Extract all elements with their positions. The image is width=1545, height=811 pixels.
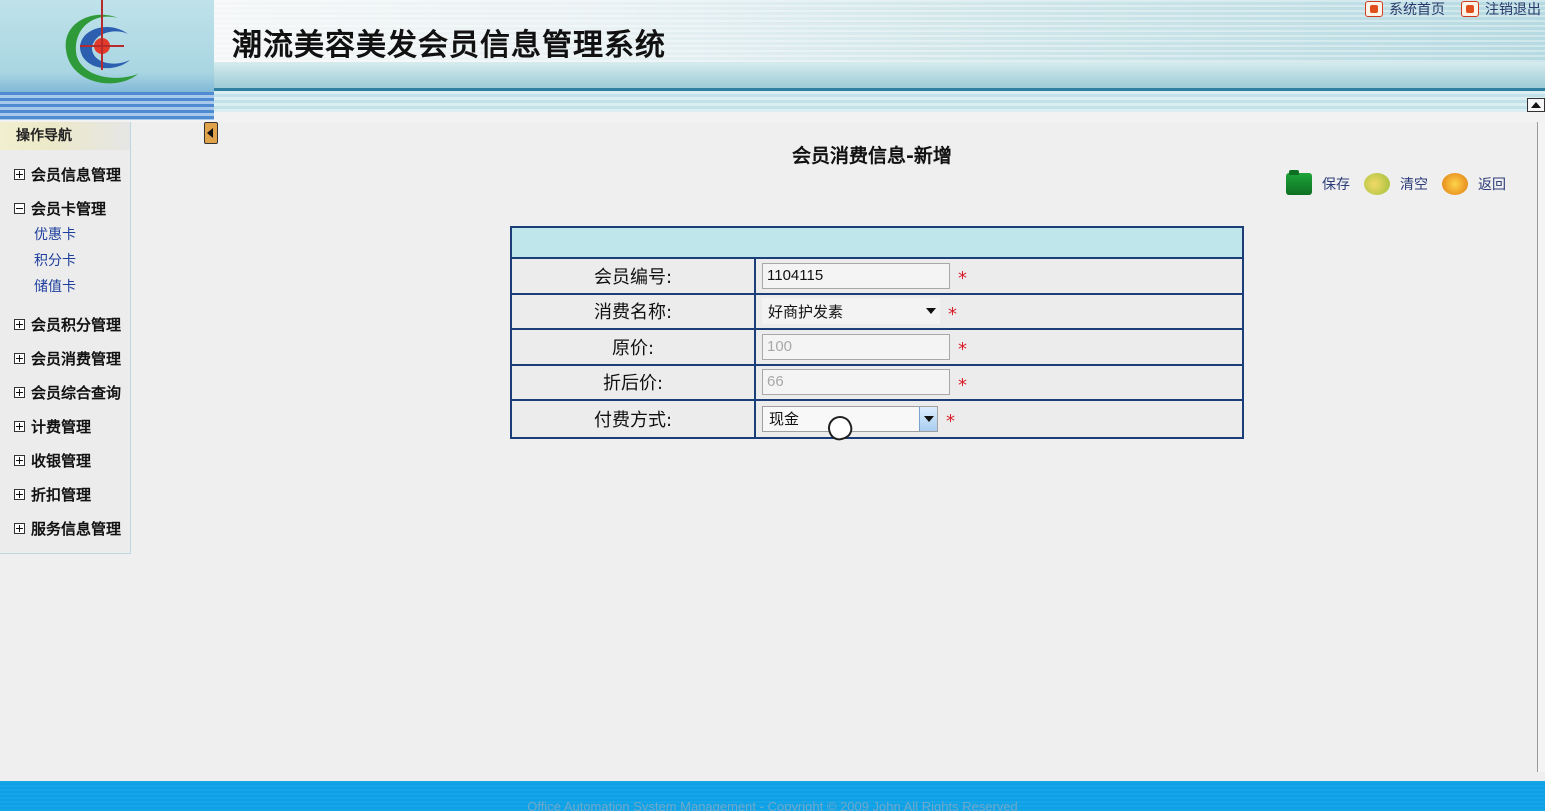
nav-group-discount[interactable]: 折扣管理: [0, 484, 130, 504]
member-id-input[interactable]: 1104115: [762, 262, 950, 289]
banner-stripes: [214, 91, 1545, 112]
logo-stripes: [0, 92, 214, 120]
member-id-cell: 1104115 *: [756, 259, 1242, 293]
nav-group-label[interactable]: 会员卡管理: [31, 198, 106, 219]
expand-icon[interactable]: [14, 352, 25, 364]
logo-icon: [65, 0, 138, 84]
consumption-name-select[interactable]: 好商护发素: [762, 298, 940, 325]
required-mark: *: [948, 303, 957, 325]
expand-icon[interactable]: [14, 420, 25, 432]
nav-header: 操作导航: [0, 122, 130, 150]
nav-group-label[interactable]: 计费管理: [31, 416, 91, 437]
nav-sublist: 优惠卡 积分卡 储值卡: [0, 222, 130, 300]
form-row-member-id: 会员编号: 1104115 *: [512, 259, 1242, 295]
nav-group-label[interactable]: 服务信息管理: [31, 518, 121, 539]
nav-item-discount-card[interactable]: 优惠卡: [0, 222, 130, 248]
member-id-label: 会员编号:: [512, 259, 756, 293]
back-icon[interactable]: [1442, 173, 1468, 195]
dropdown-button-icon[interactable]: [919, 406, 937, 431]
nav-group-billing[interactable]: 计费管理: [0, 416, 130, 436]
form-row-discounted-price: 折后价: 66 *: [512, 365, 1242, 401]
discounted-price-label: 折后价:: [512, 365, 756, 399]
required-mark: *: [946, 411, 955, 433]
nav-group-label[interactable]: 会员积分管理: [31, 314, 121, 335]
nav-group-label[interactable]: 会员消费管理: [31, 348, 121, 369]
form-row-consumption-name: 消费名称: 好商护发素 *: [512, 294, 1242, 330]
expand-icon[interactable]: [14, 318, 25, 330]
original-price-label: 原价:: [512, 330, 756, 364]
nav-group-label[interactable]: 会员综合查询: [31, 382, 121, 403]
nav-group-member-query[interactable]: 会员综合查询: [0, 382, 130, 402]
page-title: 会员消费信息-新增: [792, 145, 952, 167]
footer: Office Automation System Management - Co…: [0, 781, 1545, 811]
clear-icon[interactable]: [1364, 173, 1390, 195]
back-label[interactable]: 返回: [1478, 174, 1506, 194]
clear-button[interactable]: 清空: [1364, 173, 1428, 195]
nav-group-member-card[interactable]: 会员卡管理: [0, 198, 130, 218]
nav-group-label[interactable]: 收银管理: [31, 450, 91, 471]
expand-icon[interactable]: [14, 386, 25, 398]
sidebar: 操作导航 会员信息管理 会员卡管理 优惠卡 积分卡 储值卡 会员积分管理 会员消…: [0, 122, 131, 554]
nav-group-service-info[interactable]: 服务信息管理: [0, 518, 130, 538]
collapse-icon[interactable]: [14, 202, 25, 214]
nav-group-member-consumption[interactable]: 会员消费管理: [0, 348, 130, 368]
logout-link[interactable]: 注销退出: [1485, 0, 1541, 19]
expand-icon[interactable]: [14, 168, 25, 180]
expand-icon[interactable]: [14, 454, 25, 466]
nav-item-points-card[interactable]: 积分卡: [0, 248, 130, 274]
discounted-price-cell: 66 *: [756, 366, 1242, 400]
sidebar-toggle-button[interactable]: [204, 122, 218, 144]
form-row-original-price: 原价: 100 *: [512, 330, 1242, 366]
app-title: 潮流美容美发会员信息管理系统: [232, 28, 666, 63]
nav-group-label[interactable]: 会员信息管理: [31, 164, 121, 185]
top-links: 系统首页 注销退出: [1355, 0, 1541, 18]
original-price-input: 100: [762, 333, 950, 360]
payment-method-value[interactable]: 现金: [769, 408, 799, 429]
save-icon[interactable]: [1286, 170, 1312, 195]
header: 潮流美容美发会员信息管理系统 系统首页 注销退出: [0, 0, 1545, 122]
banner-band: [214, 62, 1545, 88]
chevron-down-icon[interactable]: [926, 308, 936, 315]
expand-icon[interactable]: [14, 488, 25, 500]
consumption-name-label: 消费名称:: [512, 294, 756, 328]
toolbar: 保存 清空 返回: [1286, 170, 1520, 196]
nav-item-stored-value-card[interactable]: 储值卡: [0, 274, 130, 300]
collapse-header-button[interactable]: [1527, 98, 1545, 112]
nav-group-member-info[interactable]: 会员信息管理: [0, 164, 130, 184]
vertical-scrollbar[interactable]: [1537, 122, 1545, 772]
home-icon[interactable]: [1365, 1, 1383, 17]
nav-group-label[interactable]: 折扣管理: [31, 484, 91, 505]
consumption-form: 会员编号: 1104115 * 消费名称: 好商护发素 * 原价: 100 * …: [510, 226, 1244, 439]
save-label[interactable]: 保存: [1322, 174, 1350, 194]
home-link[interactable]: 系统首页: [1389, 0, 1445, 19]
logo-area: [0, 0, 214, 120]
nav-group-cashier[interactable]: 收银管理: [0, 450, 130, 470]
payment-method-label: 付费方式:: [512, 401, 756, 437]
original-price-cell: 100 *: [756, 330, 1242, 364]
required-mark: *: [958, 374, 967, 396]
save-button[interactable]: 保存: [1286, 170, 1350, 195]
consumption-name-cell: 好商护发素 *: [756, 295, 1242, 329]
discounted-price-input: 66: [762, 369, 950, 396]
required-mark: *: [958, 268, 967, 290]
back-button[interactable]: 返回: [1442, 173, 1506, 195]
expand-icon[interactable]: [14, 522, 25, 534]
consumption-name-value[interactable]: 好商护发素: [768, 301, 843, 322]
required-mark: *: [958, 339, 967, 361]
form-header-bar: [512, 228, 1242, 259]
nav-group-member-points[interactable]: 会员积分管理: [0, 314, 130, 334]
logout-icon[interactable]: [1461, 1, 1479, 17]
form-row-payment-method: 付费方式: 现金 *: [512, 401, 1242, 437]
clear-label[interactable]: 清空: [1400, 174, 1428, 194]
